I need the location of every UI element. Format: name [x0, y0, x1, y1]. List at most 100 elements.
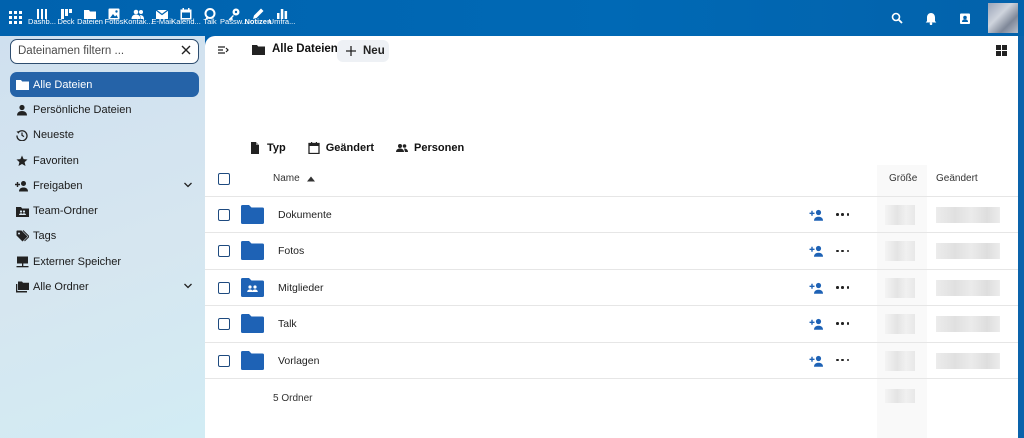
app-label: Kontak...: [123, 17, 153, 26]
more-actions-icon[interactable]: [836, 317, 849, 330]
new-button[interactable]: Neu: [337, 40, 389, 62]
filter-bar: Typ Geändert Personen: [249, 142, 486, 154]
app-polls[interactable]: Umfra...: [269, 0, 295, 36]
menu-toggle-icon[interactable]: [217, 44, 229, 56]
contacts-menu-button[interactable]: [948, 0, 982, 36]
size-value-redacted: [885, 350, 915, 371]
contacts-card-icon: [960, 13, 970, 24]
file-name[interactable]: Vorlagen: [278, 355, 319, 367]
table-row[interactable]: Mitglieder: [205, 270, 1018, 307]
more-actions-icon[interactable]: [836, 244, 849, 257]
filter-input[interactable]: [11, 40, 171, 62]
file-name[interactable]: Talk: [278, 318, 297, 330]
app-label: Notizen: [244, 17, 272, 26]
files-main-content: Alle Dateien Neu Typ Geändert Personen N…: [205, 36, 1018, 438]
file-name[interactable]: Dokumente: [278, 209, 332, 221]
filter-modified[interactable]: Geändert: [308, 142, 374, 154]
new-button-label: Neu: [363, 45, 385, 57]
notifications-button[interactable]: [914, 0, 948, 36]
app-contacts[interactable]: Kontak...: [123, 0, 153, 36]
grid-view-icon[interactable]: [996, 45, 1007, 56]
breadcrumb[interactable]: Alle Dateien: [252, 43, 338, 55]
share-icon[interactable]: [809, 209, 824, 221]
sidebar-item-personal-files[interactable]: Persönliche Dateien: [10, 97, 199, 122]
app-label: Dashb...: [28, 17, 56, 26]
share-icon[interactable]: [809, 245, 824, 258]
row-checkbox[interactable]: [218, 281, 230, 294]
summary-text: 5 Ordner: [273, 393, 313, 404]
more-actions-icon[interactable]: [836, 208, 849, 221]
sidebar-item-label: Persönliche Dateien: [33, 103, 132, 116]
size-value-redacted: [885, 277, 915, 298]
app-talk[interactable]: Talk: [198, 0, 222, 36]
table-row[interactable]: Vorlagen: [205, 343, 1018, 379]
filter-label: Typ: [267, 142, 286, 154]
team-folder-icon: [15, 204, 29, 218]
network-icon: [15, 255, 29, 269]
row-checkbox[interactable]: [218, 245, 230, 258]
sidebar-item-team-folder[interactable]: Team-Ordner: [10, 198, 199, 223]
sidebar-item-label: Neueste: [33, 129, 74, 142]
chevron-down-icon[interactable]: [183, 180, 193, 190]
table-row[interactable]: Fotos: [205, 233, 1018, 270]
window-edge: [1018, 36, 1024, 438]
app-notes[interactable]: Notizen: [244, 0, 272, 36]
share-icon[interactable]: [809, 355, 824, 367]
sidebar-item-favorites[interactable]: Favoriten: [10, 148, 199, 173]
close-icon[interactable]: [179, 43, 193, 57]
more-actions-icon[interactable]: [836, 354, 849, 367]
app-calendar[interactable]: Kalend...: [171, 0, 201, 36]
search-button[interactable]: [880, 0, 914, 36]
column-header-size[interactable]: Größe: [889, 173, 917, 184]
sidebar-item-label: Team-Ordner: [33, 205, 98, 218]
app-dashboard[interactable]: Dashb...: [28, 0, 56, 36]
more-actions-icon[interactable]: [836, 281, 849, 294]
sidebar-item-all-folders[interactable]: Alle Ordner: [10, 274, 199, 299]
column-header-name[interactable]: Name: [273, 173, 315, 184]
app-menu-grid-icon[interactable]: [9, 11, 22, 24]
size-value-redacted: [885, 314, 915, 335]
sidebar-item-all-files[interactable]: Alle Dateien: [10, 72, 199, 98]
table-row[interactable]: Dokumente: [205, 197, 1018, 234]
share-icon[interactable]: [809, 318, 824, 330]
row-checkbox[interactable]: [218, 354, 230, 367]
row-checkbox[interactable]: [218, 318, 230, 331]
sidebar-nav: Alle Dateien Persönliche Dateien Neueste…: [10, 72, 199, 300]
folder-icon: [241, 205, 264, 224]
app-files[interactable]: Dateien: [77, 0, 103, 36]
avatar[interactable]: [988, 3, 1018, 33]
folder-icon: [15, 78, 29, 92]
column-header-modified[interactable]: Geändert: [936, 173, 978, 184]
share-icon[interactable]: [809, 282, 824, 294]
share-icon: [15, 179, 29, 193]
sidebar-item-external-storage[interactable]: Externer Speicher: [10, 249, 199, 274]
total-size-redacted: [885, 389, 915, 403]
sidebar-item-shares[interactable]: Freigaben: [10, 173, 199, 198]
app-label: Kalend...: [171, 17, 201, 26]
row-checkbox[interactable]: [218, 209, 230, 221]
breadcrumb-label: Alle Dateien: [272, 43, 338, 55]
modified-value-redacted: [936, 316, 1000, 333]
sidebar: Alle Dateien Persönliche Dateien Neueste…: [0, 36, 205, 438]
filter-type[interactable]: Typ: [249, 142, 286, 154]
sidebar-item-label: Tags: [33, 230, 57, 243]
file-name[interactable]: Fotos: [278, 245, 304, 257]
plus-icon: [346, 46, 356, 56]
modified-value-redacted: [936, 279, 1000, 296]
calendar-icon: [308, 142, 320, 154]
table-row[interactable]: Talk: [205, 306, 1018, 343]
app-navigation: Dashb... Deck Dateien Fotos Kontak... E-…: [28, 0, 295, 36]
filter-people[interactable]: Personen: [396, 142, 464, 154]
chevron-down-icon[interactable]: [183, 281, 193, 291]
filter-label: Personen: [414, 142, 465, 154]
app-passwords[interactable]: Passw...: [220, 0, 248, 36]
folders-icon: [15, 280, 29, 294]
sidebar-item-recent[interactable]: Neueste: [10, 123, 199, 148]
sidebar-item-label: Freigaben: [33, 179, 83, 192]
file-name[interactable]: Mitglieder: [278, 282, 324, 294]
sidebar-item-tags[interactable]: Tags: [10, 224, 199, 249]
group-folder-icon: [241, 277, 264, 297]
sidebar-item-label: Alle Dateien: [33, 78, 93, 91]
select-all-checkbox[interactable]: [218, 173, 230, 185]
app-deck[interactable]: Deck: [54, 0, 78, 36]
